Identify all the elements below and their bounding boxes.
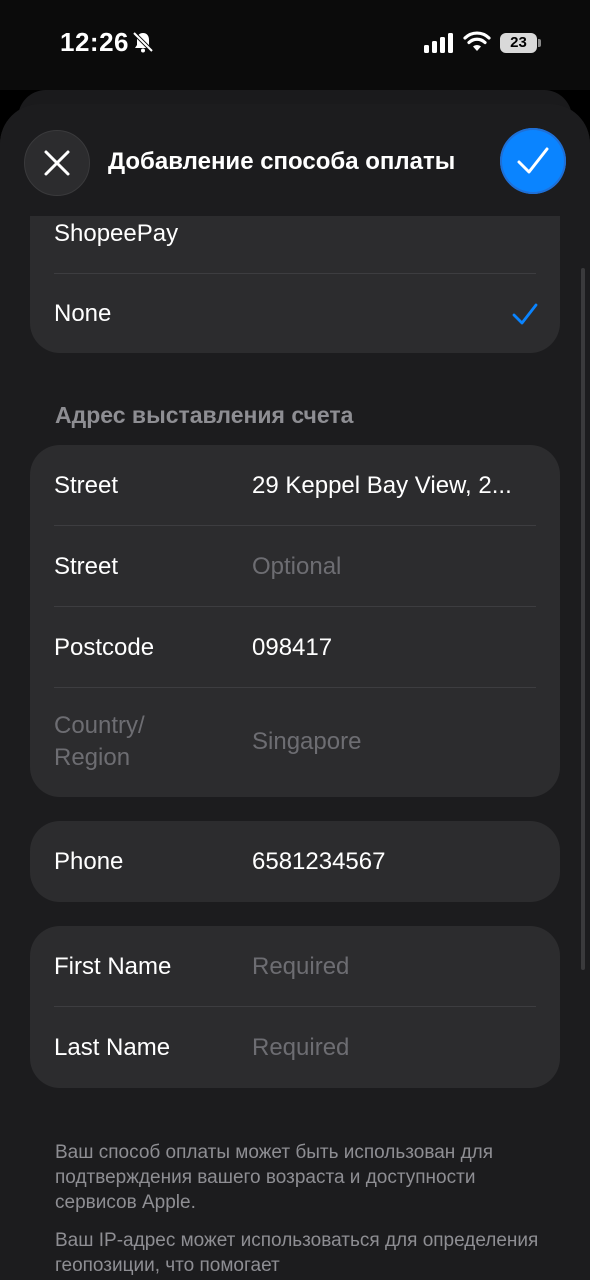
payment-option-label: ShopeePay: [54, 219, 179, 247]
billing-address-group: Street 29 Keppel Bay View, 2... Street O…: [30, 445, 560, 797]
street-row[interactable]: Street 29 Keppel Bay View, 2...: [30, 445, 560, 526]
phone-group: Phone 6581234567: [30, 821, 560, 902]
phone-input[interactable]: 6581234567: [252, 848, 536, 876]
wifi-icon: [463, 31, 491, 51]
postcode-input[interactable]: 098417: [252, 634, 536, 662]
close-button[interactable]: [24, 130, 90, 196]
footnote-ip-address: Ваш IP-адрес может использоваться для оп…: [55, 1230, 539, 1276]
sheet-title: Добавление способа оплаты: [108, 148, 456, 175]
cellular-signal-icon: [424, 33, 453, 53]
payment-option-label: None: [54, 299, 112, 327]
country-label: Country/ Region: [54, 712, 145, 771]
postcode-row[interactable]: Postcode 098417: [30, 607, 560, 688]
street-label: Street: [54, 471, 119, 499]
payment-option-none[interactable]: None: [30, 274, 560, 353]
street-2-label: Street: [54, 552, 119, 580]
last-name-input[interactable]: Required: [252, 1034, 536, 1062]
first-name-row[interactable]: First Name Required: [30, 926, 560, 1007]
scroll-indicator[interactable]: [581, 268, 585, 970]
checkmark-icon: [512, 303, 538, 325]
country-row: Country/ Region Singapore: [30, 688, 560, 797]
last-name-row[interactable]: Last Name Required: [30, 1007, 560, 1088]
last-name-label: Last Name: [54, 1033, 171, 1061]
sheet-header: Добавление способа оплаты: [0, 104, 590, 216]
first-name-input[interactable]: Required: [252, 953, 536, 981]
street-2-input[interactable]: Optional: [252, 553, 536, 581]
street-2-row[interactable]: Street Optional: [30, 526, 560, 607]
country-value: Singapore: [252, 728, 362, 755]
status-bar: 12:26 23: [0, 0, 590, 90]
street-input[interactable]: 29 Keppel Bay View, 2...: [252, 472, 536, 500]
postcode-label: Postcode: [54, 633, 155, 661]
add-payment-sheet: ShopeePay None Добавление способа оплаты…: [0, 104, 590, 1280]
footnote-age-verification: Ваш способ оплаты может быть использован…: [55, 1142, 494, 1213]
done-button[interactable]: [500, 128, 566, 194]
battery-level: 23: [500, 33, 537, 53]
first-name-label: First Name: [54, 952, 172, 980]
name-group: First Name Required Last Name Required: [30, 926, 560, 1088]
checkmark-icon: [517, 147, 549, 174]
phone-row[interactable]: Phone 6581234567: [30, 821, 560, 902]
close-icon: [44, 150, 70, 176]
battery-icon: 23: [500, 33, 542, 53]
phone-label: Phone: [54, 847, 124, 875]
billing-section-title: Адрес выставления счета: [55, 402, 354, 428]
status-time: 12:26: [60, 27, 129, 57]
bell-slash-icon: [132, 31, 154, 53]
